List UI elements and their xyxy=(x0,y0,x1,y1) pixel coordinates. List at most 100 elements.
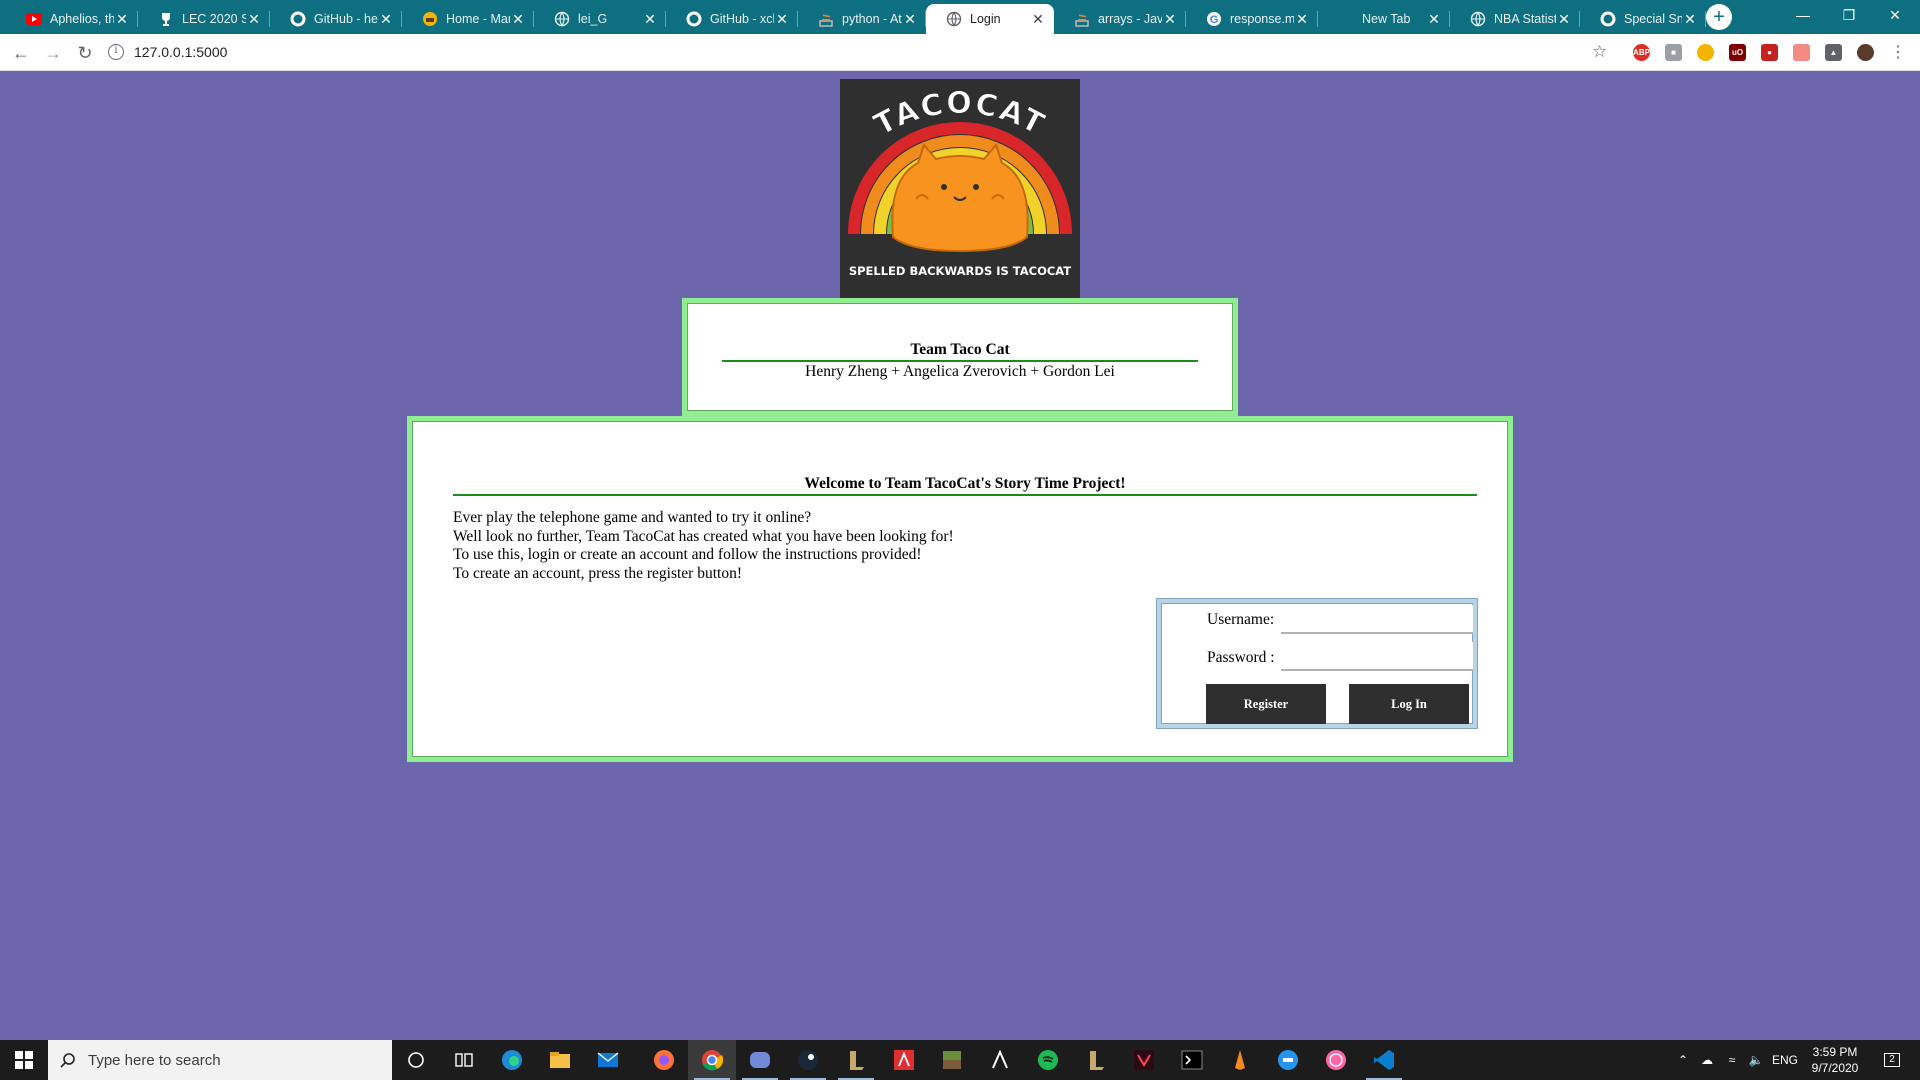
browser-tab[interactable]: GitHub - he ✕ xyxy=(270,4,402,34)
tab-title: Login xyxy=(970,12,1001,26)
adobe-icon[interactable] xyxy=(880,1040,928,1080)
notification-count: 2 xyxy=(1884,1053,1900,1067)
close-tab-icon[interactable]: ✕ xyxy=(1294,11,1310,27)
intro-text: Ever play the telephone game and wanted … xyxy=(453,509,954,583)
close-tab-icon[interactable]: ✕ xyxy=(510,11,526,27)
github-icon xyxy=(290,11,306,27)
start-button[interactable] xyxy=(0,1040,48,1080)
restore-button[interactable]: ❐ xyxy=(1826,0,1872,30)
browser-tab[interactable]: arrays - Java✕ xyxy=(1054,4,1186,34)
site-info-icon[interactable]: i xyxy=(108,44,124,60)
team-info-box: Team Taco Cat Henry Zheng + Angelica Zve… xyxy=(682,298,1238,416)
language-indicator[interactable]: ENG xyxy=(1768,1053,1802,1067)
blank-tab-icon xyxy=(1338,11,1354,27)
close-tab-icon[interactable]: ✕ xyxy=(1030,11,1046,27)
close-tab-icon[interactable]: ✕ xyxy=(378,11,394,27)
edge-icon[interactable] xyxy=(488,1040,536,1080)
extension-red-icon[interactable] xyxy=(1793,44,1810,61)
browser-tab[interactable]: Aphelios, the✕ xyxy=(6,4,138,34)
volume-icon[interactable]: 🔈 xyxy=(1744,1053,1768,1067)
close-tab-icon[interactable]: ✕ xyxy=(642,11,658,27)
valorant-icon[interactable] xyxy=(1120,1040,1168,1080)
back-button[interactable]: ← xyxy=(8,40,34,66)
taskbar-search[interactable]: Type here to search xyxy=(48,1040,392,1080)
browser-tab[interactable]: NBA Statisti ✕ xyxy=(1450,4,1580,34)
login-button[interactable]: Log In xyxy=(1349,684,1469,724)
search-icon xyxy=(60,1053,75,1068)
github-icon xyxy=(1600,11,1616,27)
bookmark-star-icon[interactable]: ☆ xyxy=(1592,42,1607,62)
browser-tab[interactable]: Special Sniff✕ xyxy=(1580,4,1706,34)
clock-time: 3:59 PM xyxy=(1812,1045,1858,1059)
close-tab-icon[interactable]: ✕ xyxy=(114,11,130,27)
globe-icon xyxy=(554,11,570,27)
minecraft-icon[interactable] xyxy=(928,1040,976,1080)
tab-title: Home - Mar xyxy=(446,12,510,26)
terminal-icon[interactable] xyxy=(1168,1040,1216,1080)
team-title: Team Taco Cat xyxy=(722,341,1198,362)
league-icon[interactable] xyxy=(1072,1040,1120,1080)
address-bar[interactable]: i 127.0.0.1:5000 xyxy=(108,38,1608,66)
chrome-menu-icon[interactable]: ⋮ xyxy=(1890,42,1906,62)
reload-button[interactable]: ↻ xyxy=(72,40,98,66)
close-tab-icon[interactable]: ✕ xyxy=(1556,11,1572,27)
password-label: Password : xyxy=(1207,649,1275,666)
close-tab-icon[interactable]: ✕ xyxy=(1426,11,1442,27)
extension-banana-icon[interactable] xyxy=(1697,44,1714,61)
stackoverflow-icon xyxy=(1074,11,1090,27)
register-button[interactable]: Register xyxy=(1206,684,1326,724)
extensions-puzzle-icon[interactable]: ▲ xyxy=(1825,44,1842,61)
pencil-app-icon[interactable] xyxy=(1216,1040,1264,1080)
ublock-extension-icon[interactable]: uO xyxy=(1729,44,1746,61)
file-explorer-icon[interactable] xyxy=(536,1040,584,1080)
close-tab-icon[interactable]: ✕ xyxy=(902,11,918,27)
docker-icon[interactable] xyxy=(1264,1040,1312,1080)
clock[interactable]: 3:59 PM 9/7/2020 xyxy=(1800,1044,1870,1076)
password-input[interactable] xyxy=(1281,642,1473,671)
new-tab-button[interactable]: + xyxy=(1706,4,1732,30)
intro-line: Ever play the telephone game and wanted … xyxy=(453,509,812,526)
task-view-icon[interactable] xyxy=(440,1040,488,1080)
address-toolbar: ← → ↻ i 127.0.0.1:5000 ☆ ABP ■ uO ● ▲ ⋮ xyxy=(0,34,1920,71)
discord-icon[interactable] xyxy=(736,1040,784,1080)
show-hidden-icons[interactable]: ⌃ xyxy=(1672,1053,1694,1067)
onedrive-icon[interactable]: ☁ xyxy=(1694,1053,1720,1067)
spotify-icon[interactable] xyxy=(1024,1040,1072,1080)
app-arrow-icon[interactable] xyxy=(976,1040,1024,1080)
minimize-button[interactable]: — xyxy=(1780,0,1826,30)
close-tab-icon[interactable]: ✕ xyxy=(774,11,790,27)
notification-center[interactable]: 2 xyxy=(1872,1040,1912,1080)
browser-tab[interactable]: lei_G ✕ xyxy=(534,4,666,34)
mail-icon[interactable] xyxy=(584,1040,632,1080)
chrome-taskbar-icon[interactable] xyxy=(688,1040,736,1080)
close-tab-icon[interactable]: ✕ xyxy=(1682,11,1698,27)
cortana-icon[interactable] xyxy=(392,1040,440,1080)
browser-tab[interactable]: LEC 2020 Su✕ xyxy=(138,4,270,34)
tacocat-logo: TACOCAT SPELLED BACKWARDS IS TACOCAT xyxy=(840,79,1080,298)
profile-avatar[interactable] xyxy=(1857,44,1874,61)
close-window-button[interactable]: ✕ xyxy=(1872,0,1918,30)
firefox-icon[interactable] xyxy=(640,1040,688,1080)
tab-active[interactable]: Login ✕ xyxy=(926,4,1054,34)
close-tab-icon[interactable]: ✕ xyxy=(246,11,262,27)
osu-icon[interactable] xyxy=(1312,1040,1360,1080)
browser-tab[interactable]: Gresponse.ma✕ xyxy=(1186,4,1318,34)
browser-tab[interactable]: New Tab ✕ xyxy=(1318,4,1450,34)
github-icon xyxy=(686,11,702,27)
forward-button[interactable]: → xyxy=(40,40,66,66)
extension-icon[interactable]: ■ xyxy=(1665,44,1682,61)
tab-strip: Aphelios, the✕LEC 2020 Su✕GitHub - he✕Ho… xyxy=(0,0,1920,34)
wifi-icon[interactable]: ≈ xyxy=(1720,1053,1744,1067)
browser-tab[interactable]: GitHub - xch ✕ xyxy=(666,4,798,34)
league-client-icon[interactable] xyxy=(832,1040,880,1080)
search-placeholder: Type here to search xyxy=(88,1051,221,1069)
username-input[interactable] xyxy=(1281,605,1473,634)
browser-tab[interactable]: Home - Mar ✕ xyxy=(402,4,534,34)
privacy-extension-icon[interactable]: ● xyxy=(1761,44,1778,61)
browser-tab[interactable]: python - Att ✕ xyxy=(798,4,926,34)
close-tab-icon[interactable]: ✕ xyxy=(1162,11,1178,27)
adblock-extension-icon[interactable]: ABP xyxy=(1633,44,1650,61)
steam-icon[interactable] xyxy=(784,1040,832,1080)
vscode-icon[interactable] xyxy=(1360,1040,1408,1080)
intro-line: Well look no further, Team TacoCat has c… xyxy=(453,527,954,545)
